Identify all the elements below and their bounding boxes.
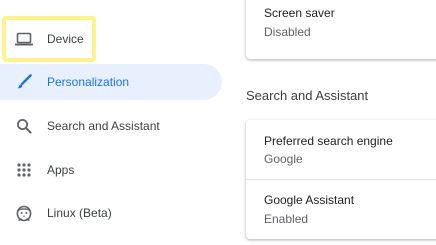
google-assistant-title: Google Assistant [264, 193, 355, 207]
sidebar-item-search-and-assistant[interactable]: Search and Assistant [0, 108, 222, 144]
google-assistant-value: Enabled [264, 212, 309, 226]
laptop-icon [14, 29, 34, 49]
preferred-search-engine-value: Google [264, 152, 303, 166]
apps-grid-icon [14, 160, 34, 180]
brush-icon [14, 72, 34, 92]
sidebar-item-label: Linux (Beta) [47, 206, 112, 220]
sidebar-item-label: Device [47, 32, 84, 46]
sidebar-item-label: Personalization [47, 75, 130, 89]
linux-penguin-icon [14, 203, 34, 223]
display-settings-card: Screen saver Disabled [246, 0, 436, 59]
sidebar-item-apps[interactable]: Apps [0, 152, 222, 188]
sidebar-item-label: Search and Assistant [47, 119, 160, 133]
screen-saver-row[interactable]: Screen saver Disabled [246, 0, 436, 59]
screen-saver-title: Screen saver [264, 6, 335, 20]
settings-window: Device Personalization Search and Assist… [0, 0, 436, 245]
screen-saver-value: Disabled [264, 25, 311, 39]
sidebar: Device Personalization Search and Assist… [0, 0, 232, 245]
main-content: Screen saver Disabled Search and Assista… [232, 0, 436, 245]
preferred-search-engine-row[interactable]: Preferred search engine Google [246, 120, 436, 179]
sidebar-item-personalization[interactable]: Personalization [0, 64, 222, 100]
sidebar-item-label: Apps [47, 163, 75, 177]
sidebar-item-device[interactable]: Device [0, 21, 222, 57]
search-and-assistant-card: Preferred search engine Google Google As… [246, 120, 436, 239]
section-heading-search-and-assistant: Search and Assistant [246, 88, 369, 103]
google-assistant-row[interactable]: Google Assistant Enabled [246, 180, 436, 239]
sidebar-item-linux-beta[interactable]: Linux (Beta) [0, 195, 222, 231]
search-icon [14, 116, 34, 136]
preferred-search-engine-title: Preferred search engine [264, 134, 393, 148]
